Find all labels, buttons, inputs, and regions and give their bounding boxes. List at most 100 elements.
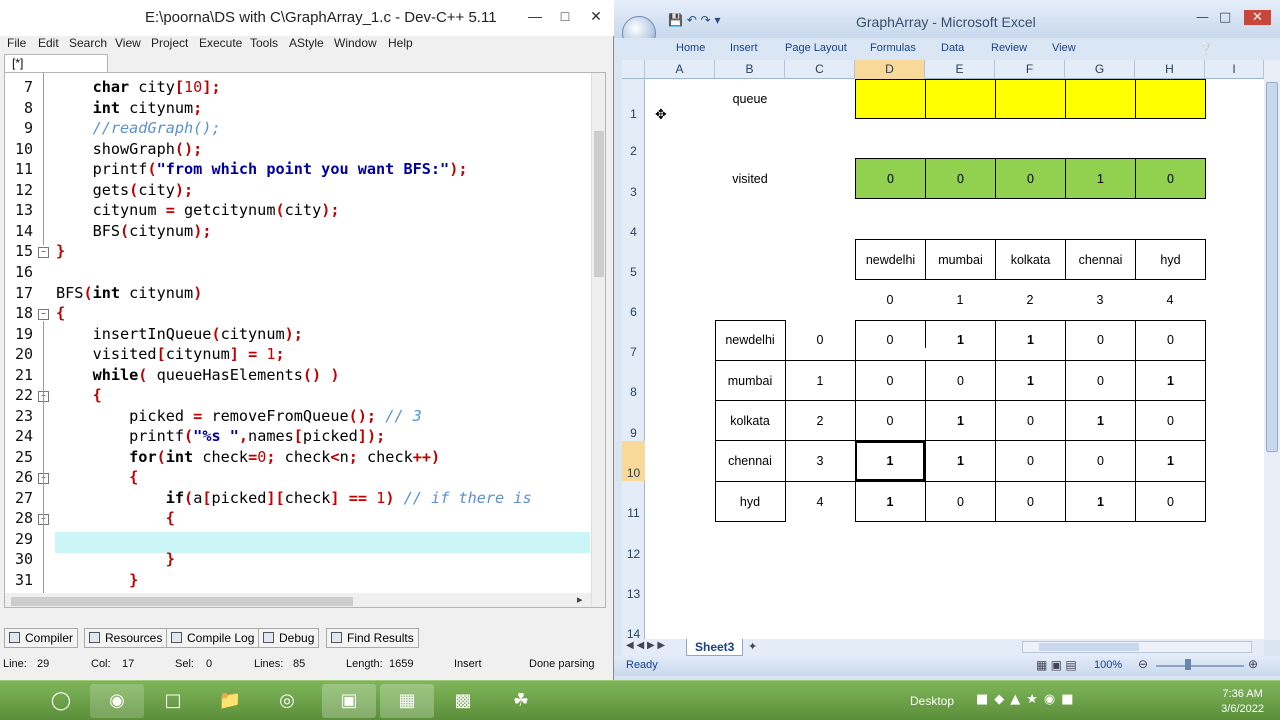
row-header[interactable]: 2 <box>622 144 645 158</box>
row-header-active[interactable]: 10 <box>622 441 645 481</box>
excel-taskbar-icon[interactable]: ▦ <box>380 684 434 718</box>
ribbon-tab-formulas[interactable]: Formulas <box>870 42 916 54</box>
tab-debug[interactable]: Debug <box>258 628 320 648</box>
queue-cell[interactable] <box>1065 79 1136 119</box>
tab-find-results[interactable]: Find Results <box>326 628 419 648</box>
sheet-nav-icon[interactable]: ◀ ◀ ▶ ▶ <box>626 640 665 651</box>
editor-horizontal-scrollbar[interactable]: ▸ <box>5 593 591 607</box>
menu-window[interactable]: Window <box>334 36 377 50</box>
row-header[interactable]: 11 <box>622 506 645 520</box>
editor-hscroll-thumb[interactable] <box>11 597 353 606</box>
selected-cell[interactable]: 1 <box>855 441 925 481</box>
matrix-cell[interactable]: 0 <box>855 414 925 428</box>
internet-explorer-icon[interactable]: ◯ <box>34 684 88 718</box>
menu-help[interactable]: Help <box>388 36 413 50</box>
matrix-cell[interactable]: 1 <box>1135 361 1205 400</box>
file-explorer-icon[interactable]: 📁 <box>203 684 257 718</box>
city-header-cell[interactable]: chennai <box>1065 239 1136 280</box>
select-all-corner[interactable] <box>622 60 645 79</box>
zoom-slider[interactable] <box>1156 665 1244 667</box>
excel-vertical-scrollbar[interactable] <box>1264 60 1280 640</box>
row-header[interactable]: 12 <box>622 547 645 561</box>
file-tab[interactable]: [*] GraphArray_1.c <box>4 54 108 84</box>
matrix-cell[interactable]: 0 <box>995 441 1065 481</box>
column-header[interactable]: B <box>715 60 785 79</box>
queue-cell[interactable] <box>1135 79 1206 119</box>
menu-astyle[interactable]: AStyle <box>289 36 324 50</box>
menu-view[interactable]: View <box>115 36 141 50</box>
city-header-cell[interactable]: newdelhi <box>855 239 926 280</box>
column-header[interactable]: A <box>645 60 715 79</box>
matrix-cell[interactable]: 0 <box>1065 361 1135 400</box>
menu-project[interactable]: Project <box>151 36 188 50</box>
zoom-in-icon[interactable]: ⊕ <box>1248 657 1258 671</box>
column-header-active[interactable]: D <box>855 60 925 79</box>
ribbon-tab-view[interactable]: View <box>1052 42 1076 54</box>
row-header[interactable]: 4 <box>622 225 645 239</box>
close-icon[interactable]: ✕ <box>1244 10 1271 25</box>
ribbon-tab-home[interactable]: Home <box>676 42 705 54</box>
matrix-cell[interactable]: 1 <box>1135 441 1205 481</box>
insert-sheet-icon[interactable]: ✦ <box>748 640 757 653</box>
menu-execute[interactable]: Execute <box>199 36 242 50</box>
matrix-cell[interactable]: 0 <box>1135 320 1205 360</box>
matrix-cell[interactable]: 0 <box>855 333 925 347</box>
ribbon-tab-data[interactable]: Data <box>941 42 964 54</box>
column-header[interactable]: E <box>925 60 995 79</box>
minimize-icon[interactable]: — <box>1196 10 1209 25</box>
visited-cell[interactable]: 0 <box>855 158 926 199</box>
matrix-cell[interactable]: 0 <box>855 374 925 388</box>
matrix-cell[interactable]: 0 <box>1065 320 1135 360</box>
matrix-cell[interactable]: 0 <box>925 361 995 400</box>
quick-access-toolbar[interactable]: 💾 ↶ ↷ ▾ <box>668 13 721 27</box>
visited-cell[interactable]: 0 <box>995 158 1066 199</box>
matrix-cell[interactable]: 1 <box>1065 401 1135 440</box>
zoom-level[interactable]: 100% <box>1094 659 1122 671</box>
maximize-icon[interactable]: □ <box>1219 10 1231 25</box>
close-icon[interactable]: ✕ <box>583 6 609 26</box>
column-header[interactable]: F <box>995 60 1065 79</box>
matrix-cell[interactable]: 1 <box>995 320 1065 360</box>
row-header[interactable]: 6 <box>622 305 645 319</box>
matrix-cell[interactable]: 0 <box>1135 401 1205 440</box>
zoom-icon[interactable]: ◎ <box>260 684 314 718</box>
matrix-cell[interactable]: 1 <box>995 361 1065 400</box>
clock[interactable]: 7:36 AM 3/6/2022 <box>1221 687 1264 717</box>
devcpp-taskbar-icon[interactable]: ▣ <box>322 684 376 718</box>
maximize-icon[interactable]: □ <box>552 6 578 26</box>
column-header[interactable]: I <box>1205 60 1264 79</box>
city-header-cell[interactable]: mumbai <box>925 239 996 280</box>
matrix-cell[interactable]: 0 <box>1065 441 1135 481</box>
tab-compiler[interactable]: Compiler <box>4 628 79 648</box>
paint-icon[interactable]: ☘ <box>494 684 548 718</box>
ribbon-tab-insert[interactable]: Insert <box>730 42 758 54</box>
menu-search[interactable]: Search <box>69 36 107 50</box>
tab-resources[interactable]: Resources <box>84 628 168 648</box>
visited-cell[interactable]: 1 <box>1065 158 1136 199</box>
zoom-slider-thumb[interactable] <box>1185 659 1191 670</box>
excel-horizontal-scrollbar[interactable] <box>1022 641 1252 653</box>
matrix-cell[interactable]: 1 <box>1065 482 1135 521</box>
matrix-cell[interactable]: 1 <box>925 401 995 440</box>
queue-cell[interactable] <box>995 79 1066 119</box>
editor-scroll-thumb[interactable] <box>594 131 604 277</box>
desktop-label[interactable]: Desktop <box>910 694 954 708</box>
city-header-cell[interactable]: kolkata <box>995 239 1066 280</box>
row-header[interactable]: 8 <box>622 385 645 399</box>
fold-marker-icon[interactable]: – <box>38 309 49 320</box>
city-header-cell[interactable]: hyd <box>1135 239 1206 280</box>
queue-cell[interactable] <box>925 79 996 119</box>
visited-cell[interactable]: 0 <box>925 158 996 199</box>
scroll-right-icon[interactable]: ▸ <box>577 593 583 606</box>
queue-cell[interactable] <box>855 79 926 119</box>
minimize-icon[interactable]: — <box>522 6 548 26</box>
matrix-cell[interactable]: 1 <box>855 495 925 509</box>
worksheet-grid[interactable]: queue visited 0 0 0 1 0 newdelhi mumbai … <box>645 79 1264 639</box>
excel-scroll-thumb[interactable] <box>1266 82 1278 452</box>
fold-marker-icon[interactable]: – <box>38 247 49 258</box>
matrix-cell[interactable]: 0 <box>995 482 1065 521</box>
code-editor[interactable]: 7 8 9 10 11 12 13 14 15 16 17 18 19 20 2… <box>4 72 606 608</box>
matrix-cell[interactable]: 0 <box>1135 482 1205 521</box>
row-header[interactable]: 1 <box>622 107 645 121</box>
excel-hscroll-thumb[interactable] <box>1039 643 1139 651</box>
